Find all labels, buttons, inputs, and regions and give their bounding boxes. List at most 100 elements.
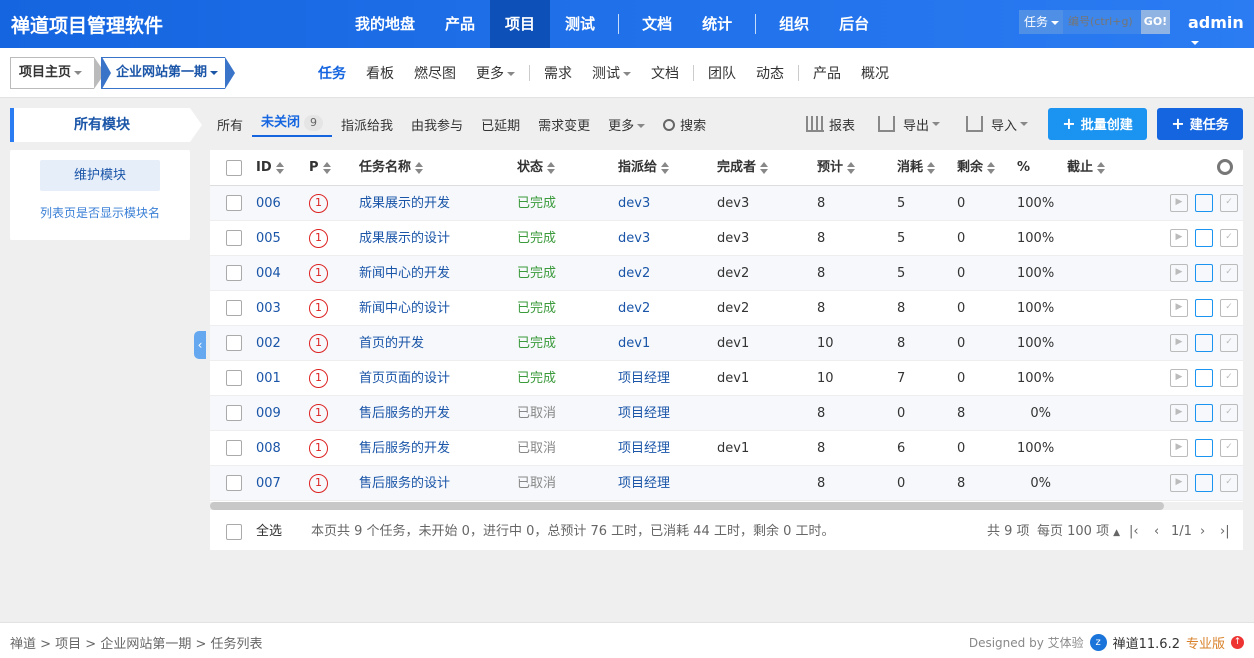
start-icon[interactable]: ▶ bbox=[1170, 369, 1188, 387]
start-icon[interactable]: ▶ bbox=[1170, 404, 1188, 422]
record-effort-icon[interactable] bbox=[1195, 439, 1213, 457]
record-effort-icon[interactable] bbox=[1195, 194, 1213, 212]
row-checkbox[interactable] bbox=[226, 475, 242, 491]
export-button[interactable]: 导出 bbox=[878, 108, 941, 140]
record-effort-icon[interactable] bbox=[1195, 404, 1213, 422]
record-effort-icon[interactable] bbox=[1195, 229, 1213, 247]
filter-all[interactable]: 所有 bbox=[208, 115, 252, 134]
nav-test[interactable]: 测试 bbox=[550, 0, 610, 48]
table-row[interactable]: 006 1 成果展示的开发 已完成 dev3 dev3 8 5 0 100% ▶… bbox=[210, 186, 1243, 221]
record-effort-icon[interactable] bbox=[1195, 299, 1213, 317]
col-left[interactable]: 剩余 bbox=[957, 150, 996, 186]
row-checkbox[interactable] bbox=[226, 265, 242, 281]
task-assigned[interactable]: dev3 bbox=[618, 221, 650, 256]
search-input[interactable] bbox=[1063, 10, 1141, 34]
task-assigned[interactable]: 项目经理 bbox=[618, 431, 670, 466]
filter-delayed[interactable]: 已延期 bbox=[472, 115, 529, 134]
tab-test[interactable]: 测试 bbox=[582, 63, 641, 83]
create-task-button[interactable]: + 建任务 bbox=[1157, 108, 1243, 140]
row-checkbox[interactable] bbox=[226, 230, 242, 246]
task-id[interactable]: 009 bbox=[256, 396, 281, 431]
start-icon[interactable]: ▶ bbox=[1170, 474, 1188, 492]
col-consumed[interactable]: 消耗 bbox=[897, 150, 936, 186]
table-row[interactable]: 003 1 新闻中心的设计 已完成 dev2 dev2 8 8 0 100% ▶… bbox=[210, 291, 1243, 326]
select-all-label[interactable]: 全选 bbox=[256, 514, 282, 550]
task-assigned[interactable]: 项目经理 bbox=[618, 396, 670, 431]
table-row[interactable]: 002 1 首页的开发 已完成 dev1 dev1 10 8 0 100% ▶ ✓ bbox=[210, 326, 1243, 361]
batch-create-button[interactable]: + 批量创建 bbox=[1048, 108, 1147, 140]
finish-icon[interactable]: ✓ bbox=[1220, 439, 1238, 457]
nav-admin[interactable]: 后台 bbox=[824, 0, 884, 48]
nav-product[interactable]: 产品 bbox=[430, 0, 490, 48]
table-row[interactable]: 009 1 售后服务的开发 已取消 项目经理 8 0 8 0% ▶ ✓ bbox=[210, 396, 1243, 431]
col-pri[interactable]: P bbox=[309, 150, 331, 186]
tab-doc[interactable]: 文档 bbox=[641, 63, 689, 83]
first-page-icon[interactable]: |‹ bbox=[1129, 514, 1139, 550]
tab-kanban[interactable]: 看板 bbox=[356, 63, 404, 83]
row-checkbox[interactable] bbox=[226, 370, 242, 386]
finish-icon[interactable]: ✓ bbox=[1220, 404, 1238, 422]
col-estimate[interactable]: 预计 bbox=[817, 150, 856, 186]
task-name[interactable]: 售后服务的开发 bbox=[359, 396, 450, 431]
scrollbar-thumb[interactable] bbox=[210, 502, 1164, 510]
task-id[interactable]: 004 bbox=[256, 256, 281, 291]
finish-icon[interactable]: ✓ bbox=[1220, 299, 1238, 317]
table-row[interactable]: 004 1 新闻中心的开发 已完成 dev2 dev2 8 5 0 100% ▶… bbox=[210, 256, 1243, 291]
all-modules-title[interactable]: 所有模块 bbox=[10, 108, 202, 142]
table-row[interactable]: 007 1 售后服务的设计 已取消 项目经理 8 0 8 0% ▶ ✓ bbox=[210, 466, 1243, 501]
finish-icon[interactable]: ✓ bbox=[1220, 194, 1238, 212]
sidebar-collapse-toggle[interactable]: ‹ bbox=[194, 331, 206, 359]
nav-project[interactable]: 项目 bbox=[490, 0, 551, 48]
nav-company[interactable]: 组织 bbox=[764, 0, 824, 48]
search-toggle[interactable]: 搜索 bbox=[654, 115, 715, 134]
last-page-icon[interactable]: ›| bbox=[1220, 514, 1230, 550]
finish-icon[interactable]: ✓ bbox=[1220, 369, 1238, 387]
filter-assigned-to-me[interactable]: 指派给我 bbox=[332, 115, 402, 134]
version-label[interactable]: 禅道11.6.2 bbox=[1113, 633, 1180, 652]
finish-icon[interactable]: ✓ bbox=[1220, 264, 1238, 282]
maintain-module-button[interactable]: 维护模块 bbox=[40, 160, 160, 191]
start-icon[interactable]: ▶ bbox=[1170, 439, 1188, 457]
nav-my[interactable]: 我的地盘 bbox=[340, 0, 430, 48]
tab-team[interactable]: 团队 bbox=[698, 63, 746, 83]
finish-icon[interactable]: ✓ bbox=[1220, 334, 1238, 352]
col-progress[interactable]: % bbox=[1017, 150, 1030, 186]
filter-more[interactable]: 更多 bbox=[599, 115, 654, 134]
col-status[interactable]: 状态 bbox=[517, 150, 556, 186]
table-row[interactable]: 001 1 首页页面的设计 已完成 项目经理 dev1 10 7 0 100% … bbox=[210, 361, 1243, 396]
task-assigned[interactable]: 项目经理 bbox=[618, 466, 670, 501]
task-name[interactable]: 成果展示的开发 bbox=[359, 186, 450, 221]
project-select-dropdown[interactable]: 企业网站第一期 bbox=[101, 57, 235, 89]
designed-by[interactable]: Designed by 艾体验 bbox=[969, 634, 1084, 651]
filter-story-changed[interactable]: 需求变更 bbox=[529, 115, 599, 134]
task-name[interactable]: 首页页面的设计 bbox=[359, 361, 450, 396]
footer-breadcrumb[interactable]: 禅道 > 项目 > 企业网站第一期 > 任务列表 bbox=[10, 633, 262, 652]
project-home-dropdown[interactable]: 项目主页 bbox=[10, 57, 105, 89]
upgrade-icon[interactable]: ↑ bbox=[1231, 636, 1244, 649]
tab-product[interactable]: 产品 bbox=[803, 63, 851, 83]
task-id[interactable]: 002 bbox=[256, 326, 281, 361]
task-id[interactable]: 007 bbox=[256, 466, 281, 501]
table-row[interactable]: 008 1 售后服务的开发 已取消 项目经理 dev1 8 6 0 100% ▶… bbox=[210, 431, 1243, 466]
edition-label[interactable]: 专业版 bbox=[1186, 633, 1225, 652]
brand-title[interactable]: 禅道项目管理软件 bbox=[11, 11, 163, 38]
task-assigned[interactable]: 项目经理 bbox=[618, 361, 670, 396]
tab-dynamic[interactable]: 动态 bbox=[746, 63, 794, 83]
col-name[interactable]: 任务名称 bbox=[359, 150, 424, 186]
row-checkbox[interactable] bbox=[226, 440, 242, 456]
start-icon[interactable]: ▶ bbox=[1170, 264, 1188, 282]
select-all-checkbox[interactable] bbox=[226, 524, 242, 540]
tab-task[interactable]: 任务 bbox=[308, 63, 356, 83]
col-finished[interactable]: 完成者 bbox=[717, 150, 769, 186]
col-assigned[interactable]: 指派给 bbox=[618, 150, 670, 186]
row-checkbox[interactable] bbox=[226, 405, 242, 421]
task-id[interactable]: 005 bbox=[256, 221, 281, 256]
user-menu[interactable]: admin bbox=[1188, 13, 1254, 51]
task-assigned[interactable]: dev2 bbox=[618, 291, 650, 326]
task-name[interactable]: 首页的开发 bbox=[359, 326, 424, 361]
tab-burndown[interactable]: 燃尽图 bbox=[404, 63, 466, 83]
nav-doc[interactable]: 文档 bbox=[627, 0, 687, 48]
start-icon[interactable]: ▶ bbox=[1170, 299, 1188, 317]
gear-icon[interactable] bbox=[1217, 159, 1233, 175]
table-row[interactable]: 005 1 成果展示的设计 已完成 dev3 dev3 8 5 0 100% ▶… bbox=[210, 221, 1243, 256]
